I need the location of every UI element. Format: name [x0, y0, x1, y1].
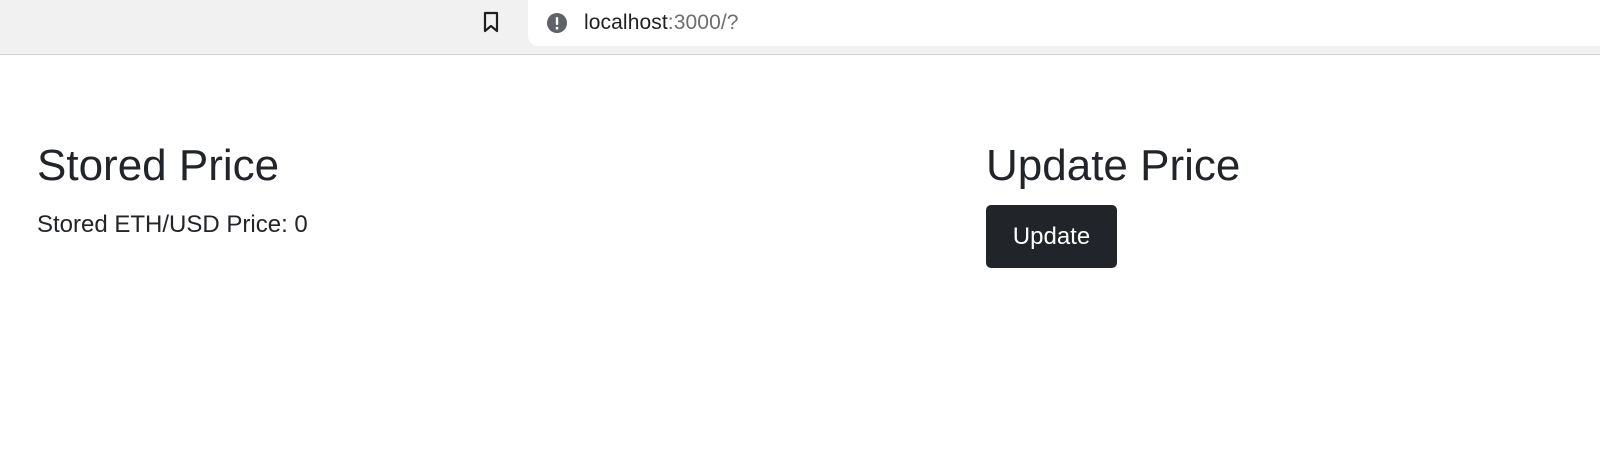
- bookmark-button[interactable]: [476, 9, 506, 39]
- url-host: localhost: [584, 11, 668, 34]
- stored-price-value: Stored ETH/USD Price: 0: [37, 211, 308, 238]
- stored-price-heading: Stored Price: [37, 141, 280, 190]
- info-icon[interactable]: [546, 12, 568, 34]
- address-bar[interactable]: localhost:3000/?: [528, 0, 1600, 46]
- update-price-heading: Update Price: [986, 141, 1241, 190]
- bookmark-icon: [482, 11, 500, 38]
- page-content: Stored Price Stored ETH/USD Price: 0 Upd…: [0, 56, 1600, 469]
- update-button[interactable]: Update: [986, 205, 1117, 268]
- url-port-path: :3000/?: [667, 11, 739, 34]
- browser-toolbar: localhost:3000/?: [0, 0, 1600, 55]
- url-text[interactable]: localhost:3000/?: [584, 11, 739, 35]
